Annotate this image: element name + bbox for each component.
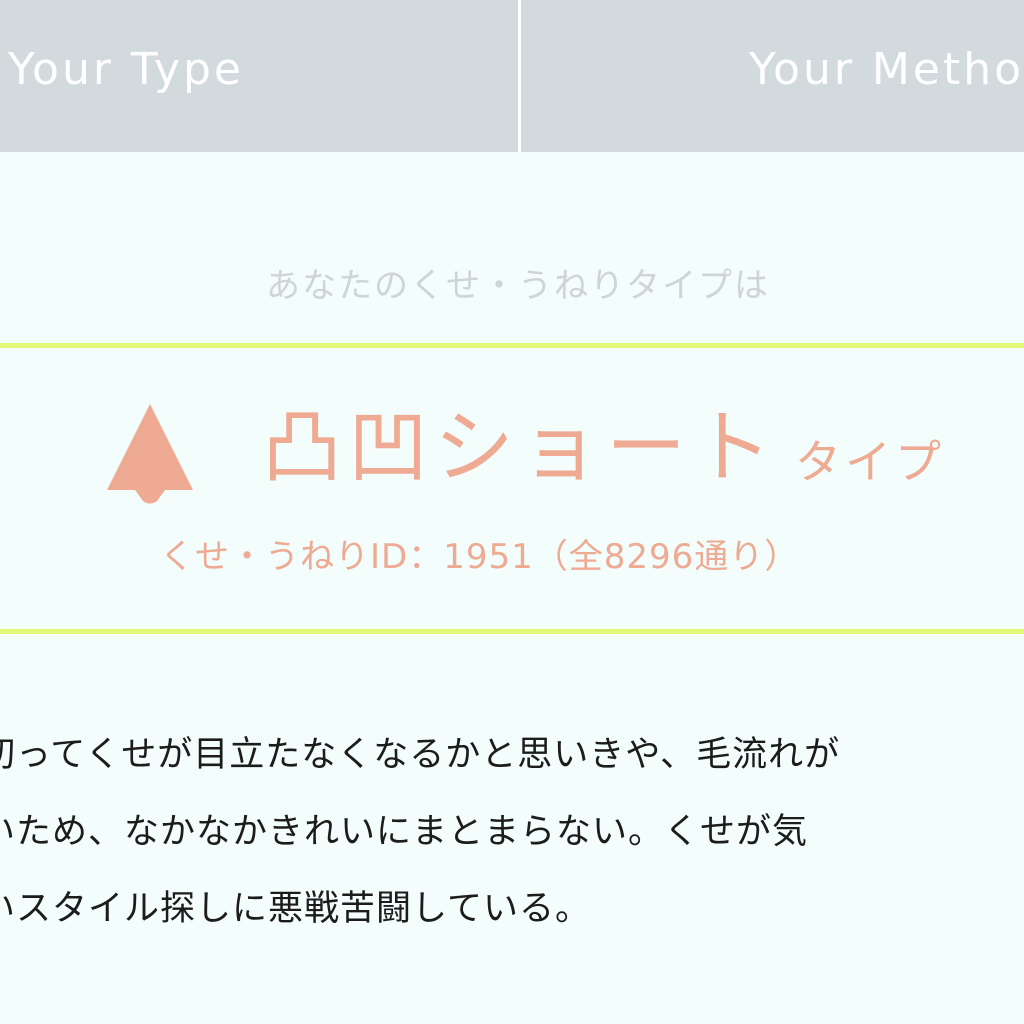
tab-your-method[interactable]: Your Metho (521, 0, 1024, 152)
type-name: 凸凹ショート (262, 401, 778, 494)
description-line: いスタイル探しに悪戦苦闘している。 (0, 889, 591, 929)
description-line: いため、なかなかきれいにまとまらない。くせが気 (0, 812, 809, 852)
tab-bar: Your Type Your Metho (0, 0, 1024, 152)
type-id: くせ・うねりID：1951（全8296通り） (160, 537, 800, 577)
divider-bottom (0, 629, 1024, 634)
type-description: 切ってくせが目立たなくなるかと思いきや、毛流れが いため、なかなかきれいにまとま… (0, 730, 1024, 960)
tab-your-type[interactable]: Your Type (0, 0, 518, 152)
description-line: 切ってくせが目立たなくなるかと思いきや、毛流れが (0, 735, 841, 775)
divider-top (0, 343, 1024, 348)
result-prompt: あなたのくせ・うねりタイプは (266, 266, 770, 306)
tab-your-method-label: Your Metho (749, 44, 1024, 95)
triangle-icon (107, 404, 193, 504)
tab-your-type-label: Your Type (8, 44, 244, 95)
type-suffix: タイプ (795, 435, 945, 489)
page: Your Type Your Metho あなたのくせ・うねりタイプは 凸凹ショ… (0, 0, 1024, 1024)
